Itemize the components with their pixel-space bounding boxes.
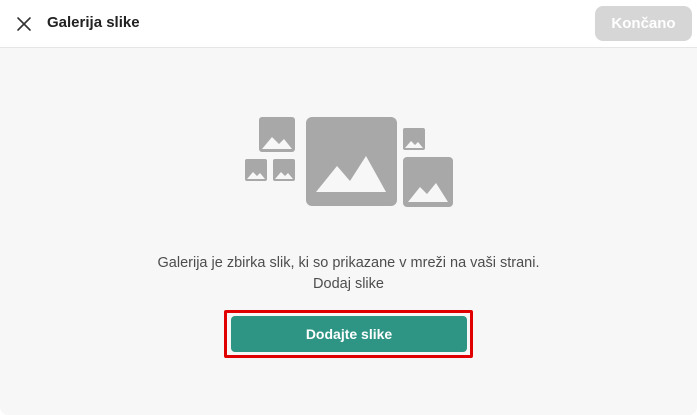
dialog-header: Galerija slike Končano (0, 0, 697, 48)
gallery-dialog: Galerija slike Končano Galerija je zbirk… (0, 0, 697, 415)
dialog-title: Galerija slike (47, 14, 140, 31)
close-button[interactable] (12, 12, 36, 36)
empty-state-description: Galerija je zbirka slik, ki so prikazane… (157, 255, 540, 292)
close-icon (17, 17, 31, 31)
image-placeholder-icons (245, 117, 453, 207)
add-images-button[interactable]: Dodajte slike (231, 316, 467, 352)
done-button[interactable]: Končano (595, 6, 692, 41)
